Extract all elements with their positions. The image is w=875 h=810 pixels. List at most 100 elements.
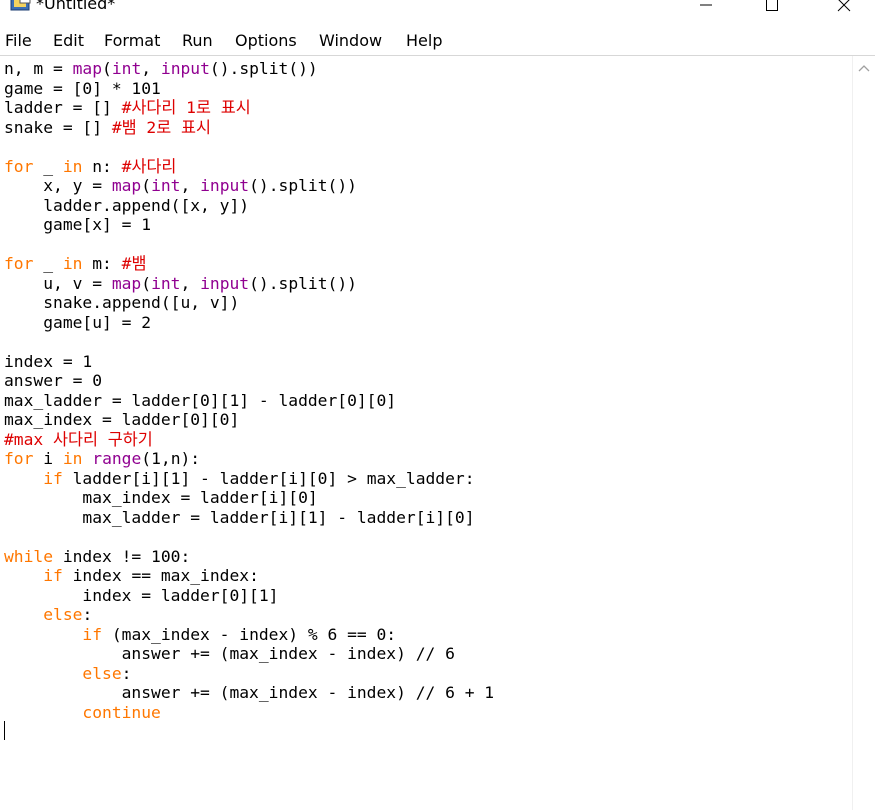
comment-token: #사다리 1로 표시 (121, 98, 251, 117)
code-token: _ (33, 156, 63, 176)
title-bar[interactable]: *Untitled* (0, 0, 875, 26)
code-token: index = ladder[0][1] (4, 585, 279, 605)
menu-file[interactable]: File (5, 26, 32, 55)
idle-app-icon (10, 0, 31, 11)
code-token: , (180, 176, 201, 195)
keyword-token: in (62, 449, 83, 468)
code-line: ladder = [] #사다리 1로 표시 (4, 98, 251, 117)
code-line: ladder.append([x, y]) (4, 196, 249, 215)
menu-bar: File Edit Format Run Options Window Help (0, 26, 875, 56)
builtin-token: range (92, 449, 142, 468)
code-line: max_index = ladder[i][0] (4, 488, 318, 507)
code-line: answer += (max_index - index) // 6 (4, 644, 455, 663)
menu-edit[interactable]: Edit (53, 26, 84, 55)
code-line: snake = [] #뱀 2로 표시 (4, 118, 211, 137)
code-token: max_ladder = ladder[i][1] - ladder[i][0] (4, 507, 475, 527)
builtin-token: map (111, 273, 142, 293)
code-token: game[u] = 2 (4, 312, 152, 332)
code-token: : (82, 605, 93, 624)
keyword-token: if (43, 468, 63, 488)
code-token: game = [0] * 101 (4, 78, 161, 98)
code-editor[interactable]: n, m = map(int, input().split()) game = … (0, 56, 852, 810)
builtin-token: input (200, 273, 250, 293)
code-token: index != 100: (53, 546, 191, 566)
code-line: game[x] = 1 (4, 215, 151, 234)
code-token: answer += (max_index - index) // 6 (4, 644, 455, 663)
code-token: index = 1 (4, 351, 93, 371)
minimize-icon (700, 4, 712, 6)
code-token: ( (102, 59, 112, 78)
code-token: ladder.append([x, y]) (4, 195, 250, 215)
keyword-token: continue (82, 702, 161, 722)
menu-format[interactable]: Format (104, 26, 160, 55)
maximize-button[interactable] (749, 0, 795, 20)
scroll-up-arrow-icon[interactable] (858, 64, 870, 72)
code-line: for i in range(1,n): (4, 449, 200, 468)
builtin-token: int (151, 273, 181, 293)
code-token: n, m = (4, 59, 73, 78)
menu-options[interactable]: Options (235, 26, 297, 55)
code-token: max_index = ladder[0][0] (4, 410, 240, 429)
close-icon (837, 0, 851, 12)
code-line: continue (4, 702, 161, 722)
code-token: , (180, 273, 201, 293)
keyword-token: in (62, 254, 83, 273)
code-line: if (max_index - index) % 6 == 0: (4, 625, 396, 644)
vertical-scrollbar[interactable] (852, 56, 875, 810)
code-token: i (33, 449, 63, 468)
code-token: : (121, 663, 132, 683)
code-token: u, v = (4, 273, 112, 293)
code-line: for _ in n: #사다리 (4, 157, 176, 176)
code-line: for _ in m: #뱀 (4, 254, 146, 273)
code-token: snake.append([u, v]) (4, 293, 240, 312)
code-line: answer += (max_index - index) // 6 + 1 (4, 683, 494, 702)
code-line: game = [0] * 101 (4, 79, 161, 98)
minimize-button[interactable] (683, 0, 729, 20)
code-line: snake.append([u, v]) (4, 293, 239, 312)
code-token: ().split()) (249, 176, 357, 195)
code-line: answer = 0 (4, 371, 102, 390)
code-line: max_ladder = ladder[i][1] - ladder[i][0] (4, 507, 475, 527)
code-token: max_ladder = ladder[0][1] - ladder[0][0] (4, 390, 397, 410)
code-line: index = ladder[0][1] (4, 586, 278, 605)
code-token: _ (33, 254, 63, 273)
builtin-token: int (111, 59, 142, 78)
code-line: game[u] = 2 (4, 313, 151, 332)
code-token: answer = 0 (4, 371, 103, 390)
text-caret (4, 721, 5, 740)
menu-help[interactable]: Help (406, 26, 442, 55)
close-button[interactable] (821, 0, 867, 20)
code-token: ( (141, 273, 152, 293)
code-token: m: (82, 254, 122, 273)
code-line: n, m = map(int, input().split()) (4, 59, 318, 78)
code-token: ladder[i][1] - ladder[i][0] > max_ladder… (62, 468, 475, 488)
code-line: else: (4, 664, 131, 683)
code-token: snake = [] (4, 117, 112, 137)
keyword-token: for (4, 449, 34, 468)
comment-token: #뱀 (121, 254, 147, 273)
keyword-token: for (4, 156, 34, 176)
code-line: index = 1 (4, 352, 92, 371)
keyword-token: if (82, 624, 103, 644)
menu-window[interactable]: Window (319, 26, 382, 55)
code-token: max_index = ladder[i][0] (4, 488, 318, 507)
code-line: max_ladder = ladder[0][1] - ladder[0][0] (4, 391, 396, 410)
code-line: if ladder[i][1] - ladder[i][0] > max_lad… (4, 468, 475, 488)
builtin-token: input (160, 59, 210, 78)
scrollbar-track[interactable] (853, 80, 875, 810)
keyword-token: for (4, 254, 34, 273)
code-token: index == max_index: (62, 566, 259, 585)
code-token: n: (82, 156, 122, 176)
code-line: if index == max_index: (4, 566, 259, 585)
menu-run[interactable]: Run (182, 26, 213, 55)
code-token: ().split()) (209, 59, 318, 78)
maximize-icon (766, 0, 778, 11)
code-line: #max 사다리 구하기 (4, 430, 153, 449)
